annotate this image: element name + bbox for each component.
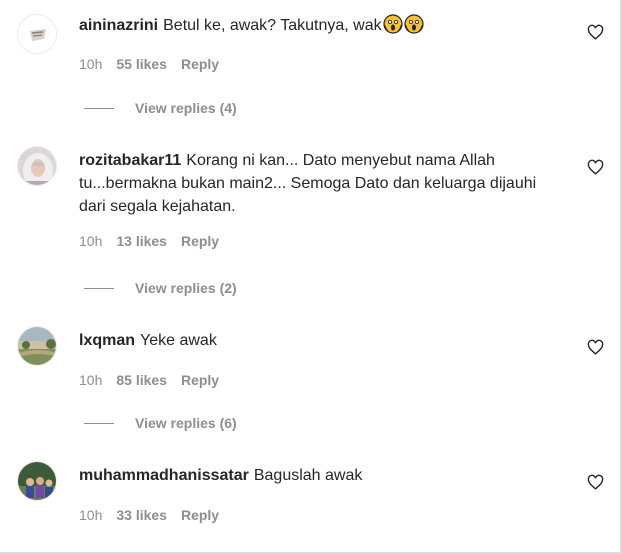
avatar-landscape-icon bbox=[18, 327, 56, 365]
comment-meta: 10h 33 likes Reply bbox=[79, 507, 549, 523]
comment-meta: 10h 85 likes Reply bbox=[79, 372, 549, 388]
comment-username[interactable]: muhammadhanissatar bbox=[79, 467, 249, 484]
comment-body: aininazrini Betul ke, awak? Takutnya, wak… bbox=[79, 14, 549, 72]
reply-button[interactable]: Reply bbox=[181, 507, 219, 523]
comment-meta: 10h 13 likes Reply bbox=[79, 233, 549, 249]
comment-text-line: lxqman Yeke awak bbox=[79, 329, 549, 352]
comment-text: Baguslah awak bbox=[253, 467, 363, 484]
comment-time[interactable]: 10h bbox=[79, 56, 102, 72]
comment-text-line: rozitabakar11 Korang ni kan... Dato menye… bbox=[79, 149, 549, 218]
heart-icon[interactable] bbox=[587, 159, 604, 176]
comment-username[interactable]: aininazrini bbox=[79, 17, 158, 34]
comment-time[interactable]: 10h bbox=[79, 507, 102, 523]
avatar[interactable] bbox=[17, 326, 57, 366]
comment-username[interactable]: rozitabakar11 bbox=[79, 152, 181, 169]
avatar-hijab-icon bbox=[18, 147, 56, 185]
view-replies-button[interactable]: View replies (6) bbox=[84, 415, 237, 431]
view-replies-button[interactable]: View replies (2) bbox=[84, 280, 237, 296]
reply-button[interactable]: Reply bbox=[181, 372, 219, 388]
comment-body: muhammadhanissatar Baguslah awak 10h 33 l… bbox=[79, 464, 549, 523]
likes-count[interactable]: 85 likes bbox=[116, 372, 167, 388]
screaming-face-icon bbox=[404, 14, 424, 34]
replies-divider-line bbox=[84, 107, 114, 109]
avatar-logo-icon bbox=[19, 16, 56, 53]
reply-button[interactable]: Reply bbox=[181, 56, 219, 72]
comment-body: rozitabakar11 Korang ni kan... Dato menye… bbox=[79, 149, 549, 249]
comment-text-line: muhammadhanissatar Baguslah awak bbox=[79, 464, 549, 487]
reply-button[interactable]: Reply bbox=[181, 233, 219, 249]
screaming-face-icon bbox=[383, 14, 403, 34]
comment-username[interactable]: lxqman bbox=[79, 332, 135, 349]
likes-count[interactable]: 33 likes bbox=[116, 507, 167, 523]
likes-count[interactable]: 55 likes bbox=[116, 56, 167, 72]
heart-icon[interactable] bbox=[587, 339, 604, 356]
heart-icon[interactable] bbox=[587, 24, 604, 41]
view-replies-button[interactable]: View replies (4) bbox=[84, 100, 237, 116]
comment-text-line: aininazrini Betul ke, awak? Takutnya, wak bbox=[79, 14, 549, 37]
likes-count[interactable]: 13 likes bbox=[116, 233, 167, 249]
comment-meta: 10h 55 likes Reply bbox=[79, 56, 549, 72]
comment-body: lxqman Yeke awak 10h 85 likes Reply bbox=[79, 329, 549, 388]
comment-text: Betul ke, awak? Takutnya, wak bbox=[163, 17, 382, 34]
comment-time[interactable]: 10h bbox=[79, 372, 102, 388]
replies-divider-line bbox=[84, 422, 114, 424]
comment-text: Yeke awak bbox=[140, 332, 217, 349]
view-replies-label: View replies (6) bbox=[135, 415, 237, 431]
avatar[interactable] bbox=[17, 14, 57, 54]
avatar[interactable] bbox=[17, 146, 57, 186]
avatar-group-icon bbox=[18, 462, 56, 500]
avatar[interactable] bbox=[17, 461, 57, 501]
replies-divider-line bbox=[84, 287, 114, 289]
view-replies-label: View replies (4) bbox=[135, 100, 237, 116]
heart-icon[interactable] bbox=[587, 474, 604, 491]
view-replies-label: View replies (2) bbox=[135, 280, 237, 296]
comment-time[interactable]: 10h bbox=[79, 233, 102, 249]
